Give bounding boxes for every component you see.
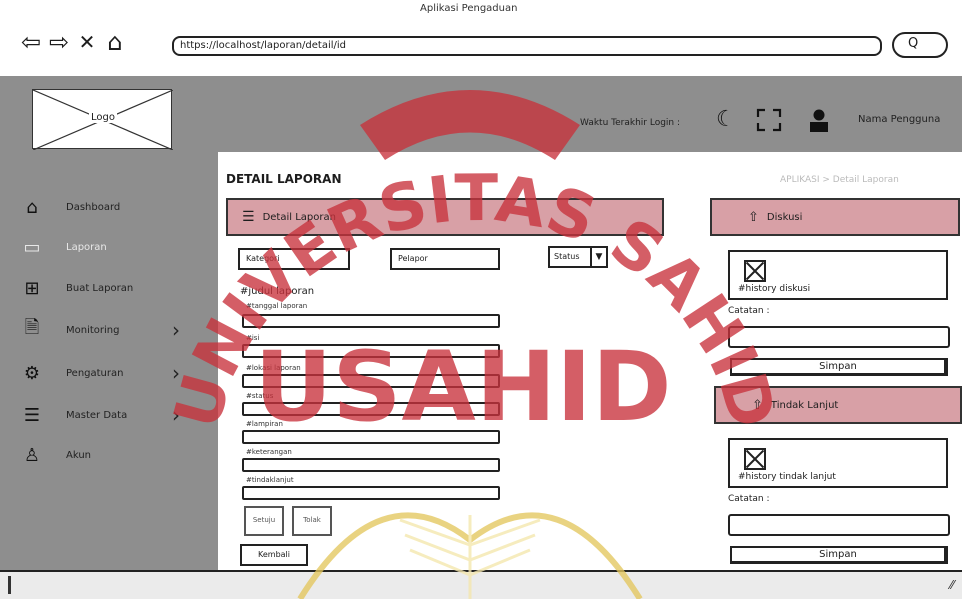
field-label-tanggal: #tanggal laporan [246, 302, 308, 310]
plus-box-icon: ⊞ [24, 277, 40, 299]
page-title: DETAIL LAPORAN [226, 172, 342, 186]
diskusi-header[interactable]: ⇧ Diskusi [710, 198, 960, 236]
sidebar-item-master-data[interactable]: ☰ Master Data › [20, 400, 200, 430]
status-select[interactable]: Status ▼ [548, 246, 608, 268]
chevron-right-icon: › [172, 318, 180, 342]
logo-text: Logo [89, 112, 117, 123]
sidebar-item-label: Pengaturan [66, 367, 124, 379]
fullscreen-icon[interactable] [756, 108, 782, 138]
isi-input[interactable] [242, 344, 500, 358]
sidebar-item-akun[interactable]: ♙ Akun [20, 440, 200, 470]
user-glyph [810, 109, 828, 132]
status-input[interactable] [242, 402, 500, 416]
sidebar-item-monitoring[interactable]: 🗎 Monitoring › [20, 315, 200, 345]
field-label-tindaklanjut: #tindaklanjut [246, 476, 294, 484]
sidebar-item-label: Dashboard [66, 201, 121, 213]
chevron-down-icon: ▼ [590, 248, 606, 266]
gear-icon: ⚙ [23, 362, 41, 384]
search-icon: Q [908, 36, 919, 51]
last-login-text: Waktu Terakhir Login : [580, 118, 681, 128]
history-diskusi-box: #history diskusi [728, 250, 948, 300]
sidebar-item-buat-laporan[interactable]: ⊞ Buat Laporan [20, 273, 200, 303]
chevron-right-icon: › [172, 403, 180, 427]
tolak-button[interactable]: Tolak [292, 506, 332, 536]
catatan-input-2[interactable] [728, 514, 950, 536]
kategori-filter[interactable]: Kategori [238, 248, 350, 270]
field-label-lokasi: #lokasi laporan [246, 364, 301, 372]
history-tindak-lanjut-box: #history tindak lanjut [728, 438, 948, 488]
image-placeholder-icon [744, 448, 766, 470]
sidebar-item-label: Buat Laporan [66, 282, 134, 294]
detail-laporan-label: Detail Laporan [262, 211, 336, 223]
back-arrow-icon[interactable]: ⇦ [20, 30, 42, 54]
breadcrumb[interactable]: APLIKASI > Detail Laporan [780, 175, 899, 185]
moon-icon[interactable]: ☾ [716, 108, 736, 132]
history-diskusi-text: #history diskusi [738, 284, 811, 294]
field-label-keterangan: #keterangan [246, 448, 292, 456]
sidebar-item-label: Monitoring [66, 324, 120, 336]
window-title: Aplikasi Pengaduan [420, 3, 518, 14]
tindak-lanjut-label: Tindak Lanjut [770, 399, 839, 411]
chevron-right-icon: › [172, 361, 180, 385]
catatan-input[interactable] [728, 326, 950, 348]
simpan-diskusi-button[interactable]: Simpan [730, 358, 948, 376]
lokasi-input[interactable] [242, 374, 500, 388]
pelapor-filter[interactable]: Pelapor [390, 248, 500, 270]
user-icon[interactable] [808, 108, 830, 138]
back-button[interactable]: Kembali [240, 544, 308, 566]
document-icon: 🗎 [24, 317, 40, 338]
sidebar-item-label: Master Data [66, 409, 128, 421]
fullscreen-glyph [756, 108, 782, 132]
status-select-value: Status [554, 252, 580, 261]
catatan-label: Catatan : [728, 306, 770, 316]
keterangan-input[interactable] [242, 458, 500, 472]
status-bar-edge [8, 576, 11, 594]
search-button[interactable]: Q [892, 32, 948, 58]
url-bar[interactable]: https://localhost/laporan/detail/id [172, 36, 882, 56]
tindak-lanjut-header[interactable]: ⇧ Tindak Lanjut [714, 386, 962, 424]
user-name[interactable]: Nama Pengguna [858, 114, 940, 125]
sidebar-item-laporan[interactable]: ▭ Laporan [20, 232, 200, 262]
field-label-status: #status [246, 392, 274, 400]
tindaklanjut-input[interactable] [242, 486, 500, 500]
field-label-lampiran: #lampiran [246, 420, 283, 428]
setuju-button[interactable]: Setuju [244, 506, 284, 536]
menu-icon: ☰ [242, 209, 255, 225]
browser-nav: ⇦ ⇨ ✕ ⌂ [20, 30, 126, 54]
sidebar-item-pengaturan[interactable]: ⚙ Pengaturan › [20, 358, 200, 388]
image-placeholder-icon [744, 260, 766, 282]
catatan-label-2: Catatan : [728, 494, 770, 504]
person-icon: ♙ [23, 444, 41, 466]
diskusi-label: Diskusi [766, 211, 803, 223]
home-icon: ⌂ [26, 196, 38, 218]
field-label-isi: #isi [246, 334, 260, 342]
simpan-tindak-lanjut-button[interactable]: Simpan [730, 546, 948, 564]
status-bar: ⁄⁄ [0, 570, 962, 599]
detail-laporan-header: ☰ Detail Laporan [226, 198, 664, 236]
sidebar-item-label: Laporan [66, 241, 107, 253]
sidebar-item-dashboard[interactable]: ⌂ Dashboard [20, 192, 200, 222]
share-icon: ⇧ [752, 397, 763, 413]
tanggal-input[interactable] [242, 314, 500, 328]
share-icon: ⇧ [748, 209, 759, 225]
history-tindak-lanjut-text: #history tindak lanjut [738, 472, 836, 482]
lampiran-input[interactable] [242, 430, 500, 444]
judul-laporan: #judul laporan [240, 286, 315, 297]
home-icon[interactable]: ⌂ [104, 30, 126, 54]
resize-grip-icon[interactable]: ⁄⁄ [950, 578, 954, 592]
monitor-icon: ▭ [23, 236, 41, 258]
logo: Logo [32, 89, 173, 150]
close-icon[interactable]: ✕ [76, 30, 98, 54]
forward-arrow-icon[interactable]: ⇨ [48, 30, 70, 54]
database-icon: ☰ [23, 404, 41, 426]
sidebar-item-label: Akun [66, 449, 91, 461]
